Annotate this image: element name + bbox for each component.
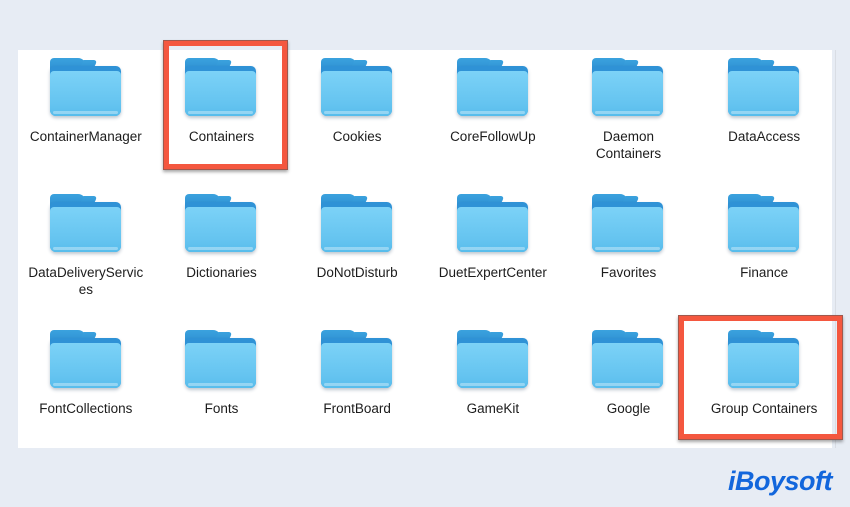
iboysoft-watermark: iBoysoft <box>728 466 833 496</box>
folder-label: DuetExpertCenter <box>438 265 547 280</box>
folder-front-shape <box>321 71 393 116</box>
folder-item[interactable]: GameKit <box>425 322 561 458</box>
folder-icon[interactable] <box>456 194 530 254</box>
folder-item[interactable]: Cookies <box>289 50 425 186</box>
folder-front-shape <box>49 71 121 116</box>
folder-icon[interactable] <box>184 194 258 254</box>
folder-item[interactable]: CoreFollowUp <box>425 50 561 186</box>
folder-item[interactable]: Group Containers <box>696 322 832 458</box>
folder-label: Fonts <box>204 401 239 416</box>
folder-item[interactable]: FrontBoard <box>289 322 425 458</box>
folder-icon[interactable] <box>727 58 801 118</box>
folder-front-shape <box>728 207 800 252</box>
folder-label: Dictionaries <box>186 265 257 280</box>
folder-label: CoreFollowUp <box>450 129 536 144</box>
folder-front-shape <box>728 343 800 388</box>
folder-front-shape <box>185 343 257 388</box>
folder-icon[interactable] <box>727 330 801 390</box>
folder-front-shape <box>592 71 664 116</box>
folder-icon[interactable] <box>184 330 258 390</box>
folder-label: FrontBoard <box>323 401 391 416</box>
folder-front-shape <box>321 343 393 388</box>
folder-icon[interactable] <box>49 330 123 390</box>
folder-label: Daemon Containers <box>595 129 662 161</box>
folder-item[interactable]: Dictionaries <box>154 186 290 322</box>
folder-icon[interactable] <box>591 194 665 254</box>
folder-front-shape <box>592 343 664 388</box>
folder-front-shape <box>321 207 393 252</box>
folder-front-shape <box>456 343 528 388</box>
folder-label: DoNotDisturb <box>316 265 398 280</box>
folder-icon[interactable] <box>49 194 123 254</box>
folder-item[interactable]: Favorites <box>561 186 697 322</box>
folder-icon[interactable] <box>320 194 394 254</box>
folder-item[interactable]: Containers <box>154 50 290 186</box>
folder-item[interactable]: DoNotDisturb <box>289 186 425 322</box>
folder-label: ContainerManager <box>29 129 142 144</box>
folder-icon[interactable] <box>49 58 123 118</box>
folder-icon-grid: ContainerManager Containers Cookies CoreFol… <box>18 50 832 448</box>
folder-item[interactable]: Daemon Containers <box>561 50 697 186</box>
folder-label: Group Containers <box>710 401 818 416</box>
finder-content-panel: ContainerManager Containers Cookies CoreFol… <box>18 50 832 448</box>
folder-label: Favorites <box>600 265 657 280</box>
folder-label: FontCollections <box>39 401 133 416</box>
folder-front-shape <box>592 207 664 252</box>
folder-front-shape <box>185 207 257 252</box>
folder-front-shape <box>185 71 257 116</box>
folder-icon[interactable] <box>591 330 665 390</box>
folder-front-shape <box>49 207 121 252</box>
folder-front-shape <box>456 207 528 252</box>
folder-item[interactable]: DataAccess <box>696 50 832 186</box>
folder-front-shape <box>728 71 800 116</box>
folder-label: DataAccess <box>728 129 801 144</box>
folder-item[interactable]: DuetExpertCenter <box>425 186 561 322</box>
folder-label: Finance <box>740 265 789 280</box>
folder-icon[interactable] <box>456 330 530 390</box>
panel-divider <box>835 50 836 448</box>
folder-icon[interactable] <box>456 58 530 118</box>
folder-item[interactable]: DataDeliveryServices <box>18 186 154 322</box>
folder-icon[interactable] <box>591 58 665 118</box>
folder-label: Google <box>606 401 651 416</box>
folder-icon[interactable] <box>727 194 801 254</box>
folder-icon[interactable] <box>320 330 394 390</box>
folder-label: Cookies <box>332 129 382 144</box>
folder-item[interactable]: Google <box>561 322 697 458</box>
folder-item[interactable]: FontCollections <box>18 322 154 458</box>
folder-item[interactable]: Finance <box>696 186 832 322</box>
folder-icon[interactable] <box>184 58 258 118</box>
folder-item[interactable]: Fonts <box>154 322 290 458</box>
folder-label: DataDeliveryServices <box>28 265 144 297</box>
folder-front-shape <box>49 343 121 388</box>
folder-icon[interactable] <box>320 58 394 118</box>
folder-label: GameKit <box>466 401 520 416</box>
folder-item[interactable]: ContainerManager <box>18 50 154 186</box>
folder-label: Containers <box>188 129 255 144</box>
folder-front-shape <box>456 71 528 116</box>
